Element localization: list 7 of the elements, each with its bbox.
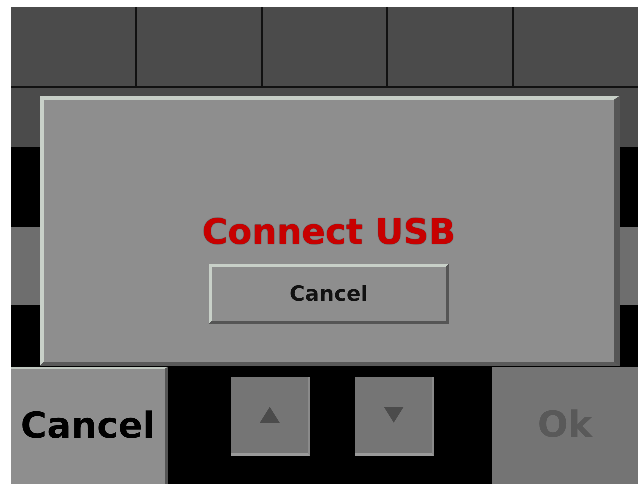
- cancel-button[interactable]: Cancel: [11, 367, 168, 484]
- cancel-button[interactable]: Cancel: [209, 264, 449, 324]
- dialog-message: Connect USB: [202, 212, 456, 254]
- scroll-down-button[interactable]: [355, 377, 434, 456]
- down-triangle-icon: [382, 407, 406, 423]
- up-triangle-icon: [258, 407, 282, 423]
- scroll-up-button[interactable]: [231, 377, 310, 456]
